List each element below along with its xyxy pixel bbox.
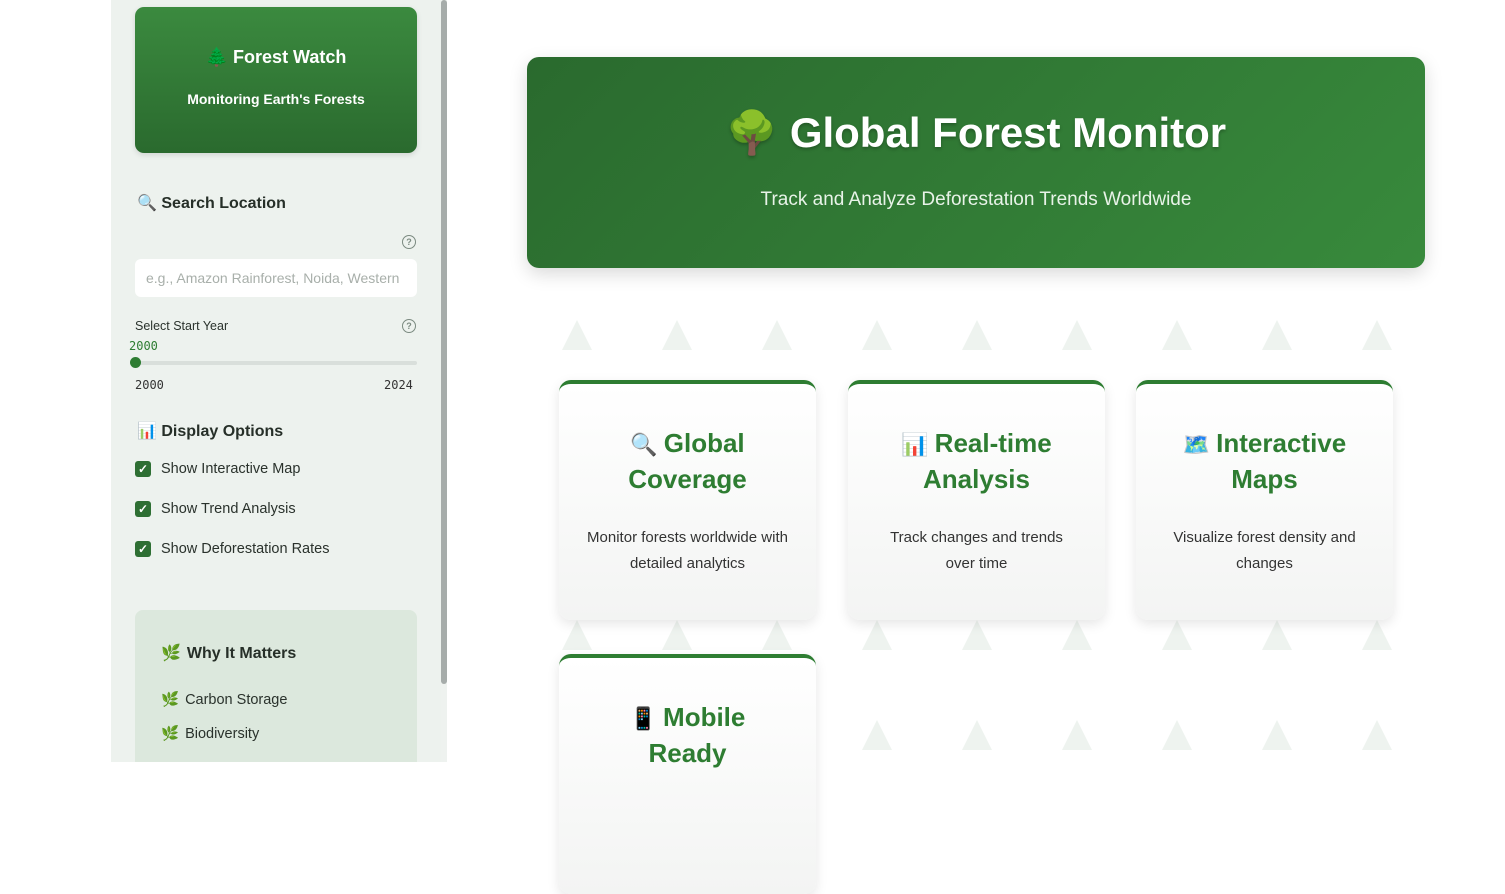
feature-card-mobile-ready: 📱 Mobile Ready	[559, 654, 816, 894]
bar-chart-icon: 📊	[901, 432, 929, 457]
list-item: 🌿 Carbon Storage	[161, 692, 288, 708]
leaf-icon: 🌿	[161, 726, 180, 742]
magnifier-icon: 🔍	[630, 432, 658, 457]
card-title: 🗺️ Interactive Maps	[1182, 428, 1347, 494]
search-input[interactable]	[144, 269, 408, 287]
brand-subtitle: Monitoring Earth's Forests	[187, 91, 365, 107]
feature-card-real-time-analysis: 📊 Real-time Analysis Track changes and tr…	[848, 380, 1105, 620]
start-year-label: Select Start Year	[135, 319, 229, 333]
page-title: 🌳 Global Forest Monitor	[725, 109, 1227, 156]
why-heading: 🌿 Why It Matters	[161, 645, 297, 662]
slider-handle[interactable]	[130, 357, 141, 368]
checkbox[interactable]: ✓	[135, 541, 151, 557]
search-field[interactable]	[135, 259, 417, 297]
leaf-icon: 🌿	[161, 645, 181, 662]
option-show-deforestation-rates[interactable]: ✓ Show Deforestation Rates	[135, 541, 329, 557]
card-title: 📊 Real-time Analysis	[901, 428, 1052, 494]
search-icon: 🔍	[137, 195, 157, 212]
page-subtitle: Track and Analyze Deforestation Trends W…	[760, 189, 1192, 210]
slider-value: 2000	[129, 339, 158, 353]
checkbox[interactable]: ✓	[135, 461, 151, 477]
tree-icon: 🌲	[205, 47, 229, 67]
leaf-icon: 🌿	[161, 692, 180, 708]
mobile-phone-icon: 📱	[629, 706, 658, 731]
bar-chart-icon: 📊	[137, 423, 157, 440]
why-it-matters-card: 🌿 Why It Matters 🌿 Carbon Storage 🌿 Biodive…	[135, 610, 417, 762]
search-heading: 🔍 Search Location	[137, 195, 286, 212]
hero-banner: 🌳 Global Forest Monitor Track and Analyz…	[527, 57, 1425, 268]
sidebar: 🌲 Forest Watch Monitoring Earth's Forest…	[111, 0, 441, 762]
feature-card-global-coverage: 🔍 Global Coverage Monitor forests worldwi…	[559, 380, 816, 620]
brand-title: 🌲 Forest Watch	[205, 47, 347, 67]
card-title: 📱 Mobile Ready	[629, 702, 746, 768]
option-show-interactive-map[interactable]: ✓ Show Interactive Map	[135, 461, 300, 477]
help-icon[interactable]: ?	[402, 235, 416, 249]
option-show-trend-analysis[interactable]: ✓ Show Trend Analysis	[135, 501, 296, 517]
sidebar-scrollbar[interactable]	[441, 0, 447, 684]
checkbox[interactable]: ✓	[135, 501, 151, 517]
map-icon: 🗺️	[1182, 432, 1211, 457]
display-options-heading: 📊 Display Options	[137, 423, 284, 440]
card-title: 🔍 Global Coverage	[628, 428, 747, 494]
tree-icon: 🌳	[725, 109, 779, 156]
card-description: Visualize forest density and changes	[1173, 529, 1356, 572]
list-item: 🌿 Biodiversity	[161, 726, 260, 742]
slider-max-label: 2024	[384, 378, 413, 392]
card-description: Track changes and trends over time	[890, 529, 1063, 572]
slider-min-label: 2000	[135, 378, 164, 392]
brand-card: 🌲 Forest Watch Monitoring Earth's Forest…	[135, 7, 417, 153]
help-icon[interactable]: ?	[402, 319, 416, 333]
start-year-slider[interactable]	[135, 361, 417, 365]
card-description: Monitor forests worldwide with detailed …	[587, 529, 788, 572]
feature-card-interactive-maps: 🗺️ Interactive Maps Visualize forest dens…	[1136, 380, 1393, 620]
